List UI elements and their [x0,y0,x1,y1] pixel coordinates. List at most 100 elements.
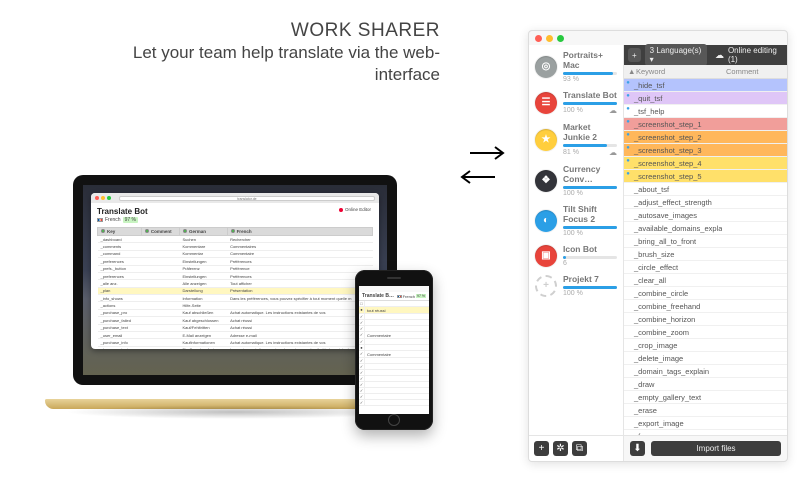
list-item[interactable]: ●_screenshot_step_3 [624,144,787,157]
col-comment[interactable]: Comment [726,67,783,76]
sidebar-project-item[interactable]: ▣Icon Bot6 [529,239,623,269]
sidebar-project-item[interactable]: ☰Translate Bot100 %☁ [529,85,623,117]
project-icon: ▣ [535,245,557,267]
col-key: Key [98,228,142,236]
url-bar[interactable]: translator.de [119,196,375,201]
table-row[interactable]: _language_textDie Sprachen festLa versio… [98,346,373,349]
list-item[interactable]: _draw [624,378,787,391]
close-icon[interactable] [95,196,99,200]
sidebar-project-item[interactable]: ◎Portraits+ Mac93 % [529,45,623,85]
project-name: Projekt 7 [563,274,617,284]
list-item[interactable]: _about_tsf [624,183,787,196]
language-progress[interactable]: French 97 % [97,217,138,223]
list-item[interactable]: _combine_freehand [624,300,787,313]
list-item[interactable]: _erase [624,404,787,417]
import-files-button[interactable]: Import files [651,441,781,456]
list-item[interactable]: _domain_tags_explain [624,365,787,378]
table-row[interactable]: _actionsHilfe-Seite [98,302,373,309]
list-item[interactable]: _export_image [624,417,787,430]
row-keyword: _screenshot_step_5 [632,172,722,181]
online-editor-label: Online Editor [345,207,371,212]
add-project-button[interactable]: + [534,441,549,456]
sidebar-project-item[interactable]: ★Market Junkie 281 %☁ [529,117,623,159]
table-row[interactable]: _commentsKommentareCommentaires [98,243,373,250]
zoom-icon[interactable] [557,35,564,42]
row-keyword: _screenshot_step_4 [632,159,722,168]
hero-subtitle: Let your team help translate via the web… [100,42,440,86]
list-item[interactable]: _autosave_images [624,209,787,222]
close-icon[interactable] [535,35,542,42]
table-row[interactable]: _purchase_textKauf/FehltrittenAchat réus… [98,324,373,331]
project-progress-bar [563,226,617,229]
list-item[interactable]: ●tout réussi [359,307,429,314]
table-row[interactable]: _purchase_proKauf abschließenAchat autom… [98,309,373,316]
table-row[interactable]: _alle anz.Alle anzeigenTout afficher [98,280,373,287]
list-item[interactable]: _brush_size [624,248,787,261]
list-item[interactable]: ●_screenshot_step_2 [624,131,787,144]
table-row[interactable]: _dashboardSuchenRechercher [98,236,373,243]
project-progress-bar [563,102,617,105]
project-icon: + [535,275,557,297]
list-item[interactable]: _combine_zoom [624,326,787,339]
project-name: Translate Bot [563,90,617,100]
keyword-list[interactable]: ●_hide_tsf●_quit_tsf●_tsf_help●_screensh… [624,79,787,435]
list-item[interactable]: _combine_horizon [624,313,787,326]
list-item[interactable]: _circle_effect [624,261,787,274]
online-editor-badge[interactable]: Online Editor [339,207,371,212]
online-editing-label[interactable]: Online editing (1) [728,46,783,64]
table-row[interactable]: _info_showsInformationDans les préférenc… [98,295,373,302]
row-keyword: _about_tsf [632,185,722,194]
table-row[interactable]: _planDarstellungPrésentation [98,287,373,294]
table-row[interactable]: _preferencesEinstellungenPréférences [98,272,373,279]
col-keyword[interactable]: Keyword [636,67,726,76]
row-keyword: _domain_tags_explain [632,367,722,376]
list-item[interactable]: ✓Commentaire [359,332,429,339]
list-item[interactable]: ✓ [359,400,429,406]
cloud-icon: ☁ [715,50,724,61]
project-icon: ☰ [535,92,557,114]
list-item[interactable]: ●_quit_tsf [624,92,787,105]
swap-arrows-icon [457,145,512,205]
list-item[interactable]: _adjust_effect_strength [624,196,787,209]
list-item[interactable]: _combine_circle [624,287,787,300]
table-row[interactable]: _user_emailE-Mail anzeigenAdresse e-mail [98,331,373,338]
list-item[interactable]: ●_hide_tsf [624,79,787,92]
zoom-icon[interactable] [107,196,111,200]
table-row[interactable]: _preferencesEinstellungenPréférences [98,258,373,265]
list-item[interactable]: ●_screenshot_step_1 [624,118,787,131]
table-row[interactable]: _prefs._buttonPräferenzPréférence [98,265,373,272]
language-count-pill[interactable]: 3 Language(s) ▾ [645,44,707,66]
window-titlebar [529,31,787,45]
minimize-icon[interactable] [546,35,553,42]
add-language-button[interactable]: + [628,48,641,62]
row-keyword: _clear_all [632,276,722,285]
sidebar-project-item[interactable]: ❖Currency Conv…100 % [529,159,623,199]
sidebar-project-item[interactable]: ◐Tilt Shift Focus 2100 % [529,199,623,239]
table-row[interactable]: _purchase_failedKauf abgeschlossenAchat … [98,317,373,324]
list-item[interactable]: _crop_image [624,339,787,352]
list-item[interactable]: ●_tsf_help [624,105,787,118]
list-item[interactable]: _bring_all_to_front [624,235,787,248]
list-item[interactable]: ●_screenshot_step_5 [624,170,787,183]
project-progress-bar [563,286,617,289]
table-row[interactable]: _commandKommentarCommentaire [98,250,373,257]
toggle-view-button[interactable]: ⧉ [572,441,587,456]
settings-button[interactable]: ✲ [553,441,568,456]
minimize-icon[interactable] [101,196,105,200]
project-icon: ❖ [535,170,557,192]
web-editor-window: translator.de Translate Bot Online Edito… [91,193,379,349]
list-item[interactable]: ✓Commentaire [359,351,429,358]
list-item[interactable]: _clear_all [624,274,787,287]
sidebar-project-item[interactable]: + Projekt 7 100 % [529,269,623,299]
list-item[interactable]: _available_domains_explain [624,222,787,235]
row-marker-icon: ● [624,157,632,169]
project-pct: 100 % [563,290,583,297]
translations-table: Key Comment German French _dashboardSuch… [97,227,373,349]
sort-icon[interactable]: ▲ [628,67,636,76]
table-row[interactable]: _purchase_infoKaufinformationenAchat aut… [98,339,373,346]
download-button[interactable]: ⬇ [630,441,645,456]
list-item[interactable]: ●_screenshot_step_4 [624,157,787,170]
list-item[interactable]: _delete_image [624,352,787,365]
main-pane: + 3 Language(s) ▾ ☁ Online editing (1) ▲… [624,45,787,461]
list-item[interactable]: _empty_gallery_text [624,391,787,404]
